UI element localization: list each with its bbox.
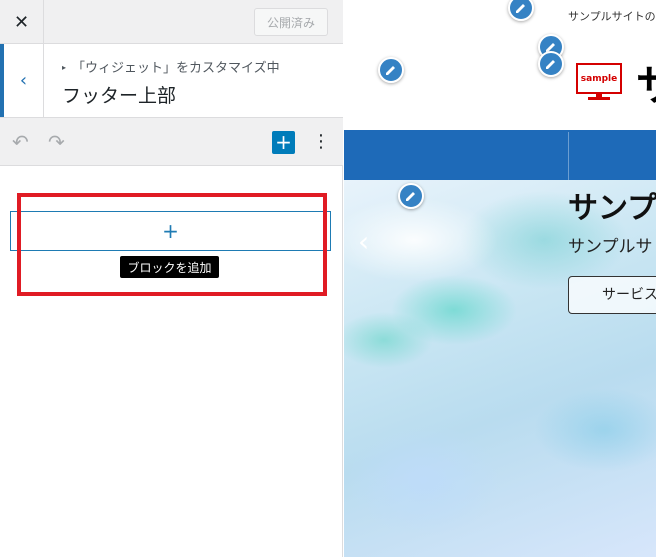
nav-divider bbox=[568, 132, 569, 180]
site-preview: サンプルサイトの sample サ ‹ サンプ サンプルサ サービス bbox=[344, 0, 656, 557]
undo-icon[interactable]: ↶ bbox=[12, 130, 29, 154]
section-header: ‹ ▸ 「ウィジェット」をカスタマイズ中 フッター上部 bbox=[0, 44, 343, 118]
more-vertical-icon[interactable]: ⋮ bbox=[312, 130, 330, 154]
breadcrumb-text: 「ウィジェット」をカスタマイズ中 bbox=[72, 61, 280, 76]
global-nav bbox=[344, 132, 656, 180]
customizer-sidebar: ✕ 公開済み ‹ ▸ 「ウィジェット」をカスタマイズ中 フッター上部 ↶ ↷ + … bbox=[0, 0, 343, 557]
chevron-left-icon[interactable]: ‹ bbox=[0, 44, 44, 117]
site-logo[interactable]: sample bbox=[576, 63, 622, 101]
pencil-icon[interactable] bbox=[398, 183, 424, 209]
plus-icon[interactable]: + bbox=[272, 131, 295, 154]
slider-prev-icon[interactable]: ‹ bbox=[358, 228, 369, 256]
site-tagline: サンプルサイトの bbox=[568, 10, 656, 23]
site-title[interactable]: サ bbox=[636, 52, 656, 113]
close-icon[interactable]: ✕ bbox=[0, 0, 44, 44]
customizer-window: ✕ 公開済み ‹ ▸ 「ウィジェット」をカスタマイズ中 フッター上部 ↶ ↷ + … bbox=[0, 0, 656, 557]
hero-service-button[interactable]: サービス bbox=[568, 276, 656, 314]
redo-icon[interactable]: ↷ bbox=[48, 130, 65, 154]
publish-button[interactable]: 公開済み bbox=[254, 8, 328, 36]
pencil-icon[interactable] bbox=[508, 0, 534, 21]
pencil-icon[interactable] bbox=[378, 57, 404, 83]
highlight-annotation-box bbox=[17, 193, 327, 296]
customizer-header: ✕ 公開済み bbox=[0, 0, 343, 44]
hero-heading: サンプ bbox=[568, 191, 656, 226]
section-title: フッター上部 bbox=[62, 85, 177, 107]
breadcrumb: ▸ 「ウィジェット」をカスタマイズ中 bbox=[62, 57, 280, 76]
block-editor-toolbar: ↶ ↷ + ⋮ bbox=[0, 118, 343, 166]
logo-text: sample bbox=[576, 63, 622, 94]
hero-subtitle: サンプルサ bbox=[568, 237, 653, 257]
caret-right-icon: ▸ bbox=[62, 63, 67, 72]
logo-base bbox=[588, 97, 610, 100]
pencil-icon[interactable] bbox=[538, 51, 564, 77]
